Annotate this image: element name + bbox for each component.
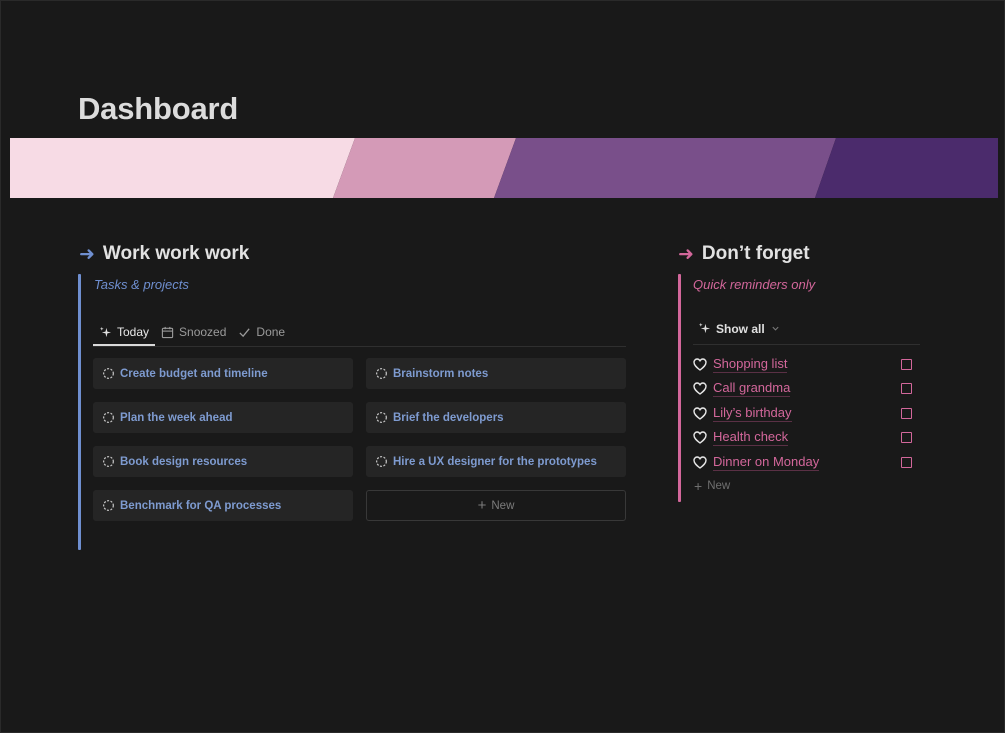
task-card-label: Create budget and timeline: [120, 367, 268, 380]
show-all-filter: Show all: [693, 313, 920, 345]
work-callout-bar: [78, 274, 81, 550]
plus-icon: +: [477, 497, 487, 514]
reminders-heading-text: Don’t forget: [701, 243, 810, 264]
task-card[interactable]: Book design resources: [93, 446, 353, 477]
sparkle-icon: [698, 322, 711, 335]
work-heading-text: Work work work: [102, 243, 250, 264]
banner-stripe-1: [10, 138, 355, 198]
heart-icon: [693, 455, 707, 469]
reminders-callout-bar: [678, 274, 681, 502]
dashed-circle-icon: [375, 367, 388, 380]
task-card[interactable]: Benchmark for QA processes: [93, 490, 353, 521]
reminder-link[interactable]: Health check: [713, 429, 789, 446]
dashed-circle-icon: [375, 455, 388, 468]
heart-icon: [693, 406, 707, 420]
page: Dashboard ➜ Work work work Tasks & proje…: [0, 0, 1005, 733]
dashed-circle-icon: [102, 411, 115, 424]
banner-stripe-4: [815, 138, 998, 198]
reminder-item: Shopping list: [693, 354, 915, 374]
reminder-item: Lily’s birthday: [693, 403, 915, 423]
reminder-checkbox[interactable]: [901, 358, 912, 370]
sparkle-icon: [99, 326, 112, 339]
reminder-checkbox[interactable]: [901, 431, 912, 443]
tab-done[interactable]: Done: [232, 325, 291, 346]
task-card[interactable]: Brainstorm notes: [366, 358, 626, 389]
task-card-label: Book design resources: [120, 455, 248, 468]
reminder-link[interactable]: Lily’s birthday: [713, 405, 792, 422]
reminder-link[interactable]: Call grandma: [713, 380, 791, 397]
work-view-tabs: Today Snoozed Done: [93, 321, 626, 347]
calendar-icon: [161, 326, 174, 339]
reminders-subtitle: Quick reminders only: [693, 277, 816, 292]
tab-today-label: Today: [117, 325, 150, 339]
task-card[interactable]: Plan the week ahead: [93, 402, 353, 433]
tab-snoozed-label: Snoozed: [179, 325, 227, 339]
task-card[interactable]: Brief the developers: [366, 402, 626, 433]
tab-today[interactable]: Today: [93, 325, 156, 346]
heart-icon: [693, 357, 707, 371]
task-card[interactable]: Hire a UX designer for the prototypes: [366, 446, 626, 477]
dashed-circle-icon: [375, 411, 388, 424]
dashed-circle-icon: [102, 499, 115, 512]
work-subtitle: Tasks & projects: [94, 277, 189, 292]
banner-stripe-3: [494, 138, 836, 198]
new-task-label: New: [491, 499, 515, 512]
task-card-label: Hire a UX designer for the prototypes: [393, 455, 597, 468]
heart-icon: [693, 430, 707, 444]
reminder-checkbox[interactable]: [901, 456, 912, 468]
banner-stripe-2: [333, 138, 516, 198]
arrow-right-icon: ➜: [678, 243, 694, 265]
new-reminder-label: New: [707, 480, 731, 492]
reminder-item: Dinner on Monday: [693, 452, 915, 472]
show-all-button[interactable]: Show all: [716, 322, 765, 336]
task-card-label: Plan the week ahead: [120, 411, 233, 424]
dashed-circle-icon: [102, 455, 115, 468]
reminder-link[interactable]: Shopping list: [713, 356, 788, 373]
task-card-label: Brief the developers: [393, 411, 504, 424]
page-title: Dashboard: [78, 91, 239, 126]
checkmark-icon: [238, 326, 251, 339]
tab-done-label: Done: [256, 325, 286, 339]
task-card-label: Brainstorm notes: [393, 367, 489, 380]
reminder-checkbox[interactable]: [901, 382, 912, 394]
reminder-item: Call grandma: [693, 378, 915, 398]
arrow-right-icon: ➜: [79, 243, 95, 265]
dashed-circle-icon: [102, 367, 115, 380]
reminders-section-heading: ➜ Don’t forget: [678, 243, 810, 265]
plus-icon: +: [694, 478, 703, 494]
new-task-button[interactable]: + New: [366, 490, 626, 521]
task-card-label: Benchmark for QA processes: [120, 499, 282, 512]
heart-icon: [693, 381, 707, 395]
tab-snoozed[interactable]: Snoozed: [155, 325, 232, 346]
work-section-heading: ➜ Work work work: [79, 243, 249, 265]
reminder-checkbox[interactable]: [901, 407, 912, 419]
cover-banner: [10, 138, 998, 198]
chevron-down-icon[interactable]: [771, 324, 780, 333]
reminder-link[interactable]: Dinner on Monday: [713, 454, 820, 471]
reminder-item: Health check: [693, 427, 915, 447]
task-card[interactable]: Create budget and timeline: [93, 358, 353, 389]
new-reminder-button[interactable]: + New: [694, 479, 730, 493]
